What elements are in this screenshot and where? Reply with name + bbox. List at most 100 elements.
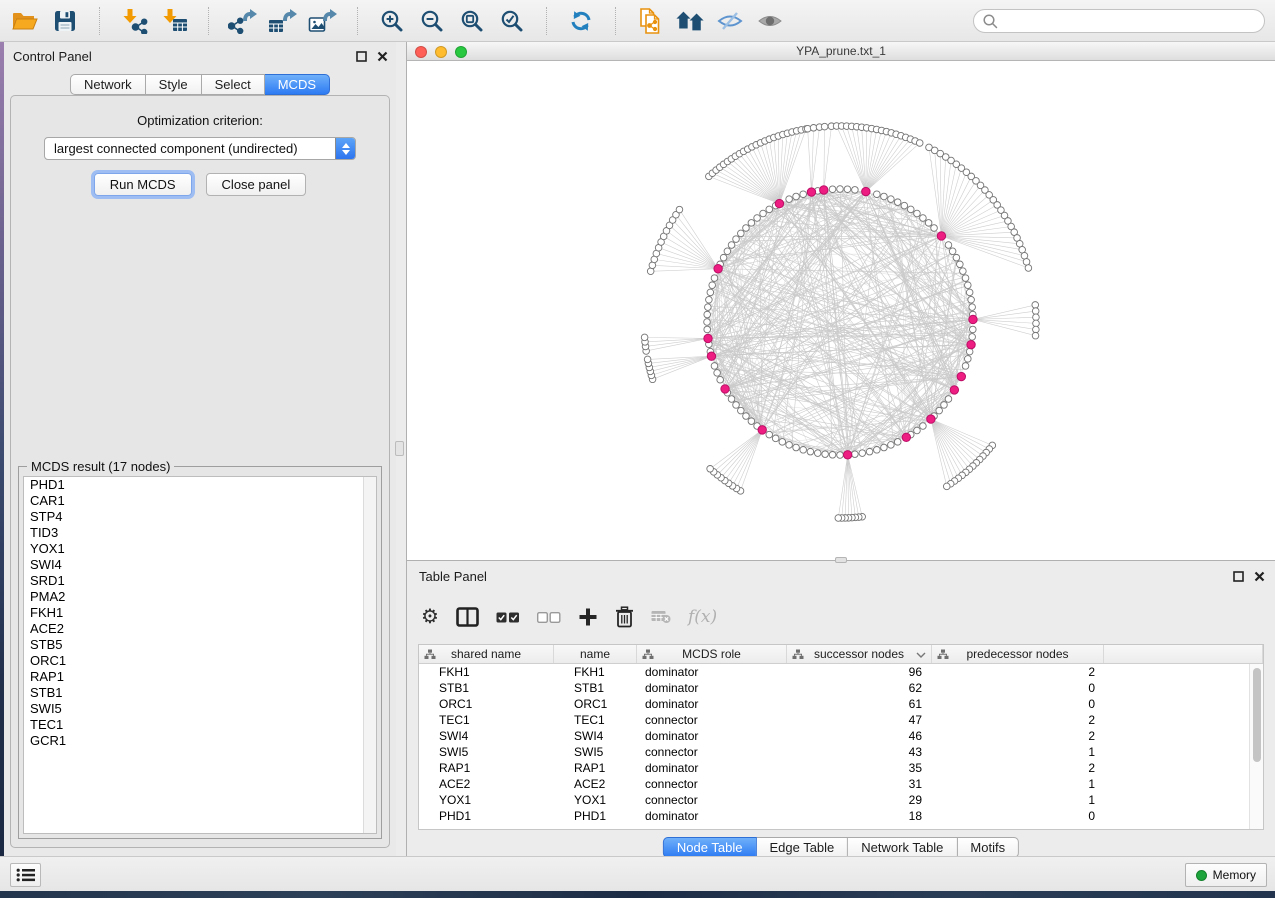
table-settings-button[interactable]: ⚙ xyxy=(421,607,439,627)
mcds-result-item[interactable]: STB1 xyxy=(24,685,376,701)
memory-button[interactable]: Memory xyxy=(1185,863,1267,887)
table-cell: ACE2 xyxy=(419,776,554,792)
table-row[interactable]: STB1STB1dominator620 xyxy=(419,680,1249,696)
table-row[interactable]: ORC1ORC1dominator610 xyxy=(419,696,1249,712)
hub-node[interactable] xyxy=(969,315,977,323)
double-house-button[interactable] xyxy=(675,6,705,36)
mcds-result-item[interactable]: GCR1 xyxy=(24,733,376,749)
hub-node[interactable] xyxy=(937,232,945,240)
clone-network-button[interactable] xyxy=(635,6,665,36)
zoom-fit-button[interactable] xyxy=(457,6,487,36)
hub-node[interactable] xyxy=(927,415,935,423)
float-panel-icon[interactable] xyxy=(356,51,367,62)
hub-node[interactable] xyxy=(967,340,975,348)
delete-column-button[interactable] xyxy=(615,606,634,628)
tab-edge-table[interactable]: Edge Table xyxy=(756,837,848,858)
hub-node[interactable] xyxy=(862,187,870,195)
mcds-list-scrollbar[interactable] xyxy=(363,477,376,833)
mcds-result-item[interactable]: YOX1 xyxy=(24,541,376,557)
tab-select[interactable]: Select xyxy=(202,74,265,95)
column-header-MCDS-role[interactable]: MCDS role xyxy=(637,645,787,663)
tab-network-table[interactable]: Network Table xyxy=(848,837,957,858)
table-scrollbar-thumb[interactable] xyxy=(1253,668,1261,762)
hub-node[interactable] xyxy=(758,426,766,434)
eye-slash-button[interactable] xyxy=(715,6,745,36)
mcds-result-item[interactable]: SWI5 xyxy=(24,701,376,717)
table-row[interactable]: SWI4SWI4dominator462 xyxy=(419,728,1249,744)
hub-node[interactable] xyxy=(704,334,712,342)
mcds-result-item[interactable]: SRD1 xyxy=(24,573,376,589)
mcds-result-item[interactable]: RAP1 xyxy=(24,669,376,685)
search-box[interactable] xyxy=(973,9,1265,33)
hub-node[interactable] xyxy=(775,199,783,207)
criterion-select[interactable]: largest connected component (undirected) xyxy=(44,137,356,160)
hub-node[interactable] xyxy=(820,186,828,194)
close-panel-icon[interactable] xyxy=(1254,571,1265,582)
export-network-button[interactable] xyxy=(228,6,258,36)
export-table-button[interactable] xyxy=(268,6,298,36)
mcds-result-item[interactable]: STP4 xyxy=(24,509,376,525)
table-row[interactable]: SWI5SWI5connector431 xyxy=(419,744,1249,760)
table-row[interactable]: PHD1PHD1dominator180 xyxy=(419,808,1249,824)
tab-node-table[interactable]: Node Table xyxy=(663,837,757,858)
select-all-columns-button[interactable] xyxy=(496,612,520,623)
import-table-button[interactable] xyxy=(159,6,189,36)
hub-node[interactable] xyxy=(807,188,815,196)
create-column-button[interactable] xyxy=(578,607,598,627)
float-panel-icon[interactable] xyxy=(1233,571,1244,582)
horizontal-splitter-handle[interactable] xyxy=(835,557,847,563)
tab-style[interactable]: Style xyxy=(146,74,202,95)
tab-network[interactable]: Network xyxy=(70,74,146,95)
import-network-button[interactable] xyxy=(119,6,149,36)
panel-divider-handle[interactable] xyxy=(395,441,404,456)
column-header-successor-nodes[interactable]: successor nodes xyxy=(787,645,932,663)
mcds-result-item[interactable]: PMA2 xyxy=(24,589,376,605)
node-table: shared namenameMCDS rolesuccessor nodesp… xyxy=(418,644,1264,830)
mcds-result-item[interactable]: ACE2 xyxy=(24,621,376,637)
table-row[interactable]: TEC1TEC1connector472 xyxy=(419,712,1249,728)
task-history-button[interactable] xyxy=(10,863,41,887)
hub-node[interactable] xyxy=(721,385,729,393)
search-input[interactable] xyxy=(1002,14,1256,28)
open-session-button[interactable] xyxy=(10,6,40,36)
table-row[interactable]: RAP1RAP1dominator352 xyxy=(419,760,1249,776)
unselect-all-columns-button[interactable] xyxy=(537,612,561,623)
mcds-result-item[interactable]: PHD1 xyxy=(24,477,376,493)
tab-motifs[interactable]: Motifs xyxy=(957,837,1019,858)
mcds-result-item[interactable]: FKH1 xyxy=(24,605,376,621)
mcds-result-item[interactable]: TID3 xyxy=(24,525,376,541)
hub-node[interactable] xyxy=(957,372,965,380)
run-mcds-button[interactable]: Run MCDS xyxy=(94,173,192,196)
network-canvas[interactable] xyxy=(407,61,1275,560)
column-header-name[interactable]: name xyxy=(554,645,637,663)
zoom-in-button[interactable] xyxy=(377,6,407,36)
mcds-result-item[interactable]: STB5 xyxy=(24,637,376,653)
mcds-result-item[interactable]: SWI4 xyxy=(24,557,376,573)
table-row[interactable]: ACE2ACE2connector311 xyxy=(419,776,1249,792)
column-header-shared-name[interactable]: shared name xyxy=(419,645,554,663)
close-panel-icon[interactable] xyxy=(377,51,388,62)
mcds-result-item[interactable]: CAR1 xyxy=(24,493,376,509)
close-panel-button[interactable]: Close panel xyxy=(206,173,307,196)
hub-node[interactable] xyxy=(902,433,910,441)
zoom-out-button[interactable] xyxy=(417,6,447,36)
table-row[interactable]: FKH1FKH1dominator962 xyxy=(419,664,1249,680)
column-header-predecessor-nodes[interactable]: predecessor nodes xyxy=(932,645,1104,663)
tab-mcds[interactable]: MCDS xyxy=(265,74,330,95)
table-scrollbar[interactable] xyxy=(1249,664,1263,829)
hub-node[interactable] xyxy=(714,265,722,273)
zoom-selected-button[interactable] xyxy=(497,6,527,36)
mcds-result-list[interactable]: PHD1CAR1STP4TID3YOX1SWI4SRD1PMA2FKH1ACE2… xyxy=(23,476,377,834)
table-row[interactable]: YOX1YOX1connector291 xyxy=(419,792,1249,808)
mcds-result-item[interactable]: ORC1 xyxy=(24,653,376,669)
hub-node[interactable] xyxy=(950,386,958,394)
export-image-button[interactable] xyxy=(308,6,338,36)
hub-node[interactable] xyxy=(707,352,715,360)
eye-button[interactable] xyxy=(755,6,785,36)
mcds-result-item[interactable]: TEC1 xyxy=(24,717,376,733)
show-columns-button[interactable] xyxy=(456,607,479,627)
refresh-button[interactable] xyxy=(566,6,596,36)
hub-node[interactable] xyxy=(843,451,851,459)
network-window-titlebar[interactable]: YPA_prune.txt_1 xyxy=(407,42,1275,61)
save-session-button[interactable] xyxy=(50,6,80,36)
